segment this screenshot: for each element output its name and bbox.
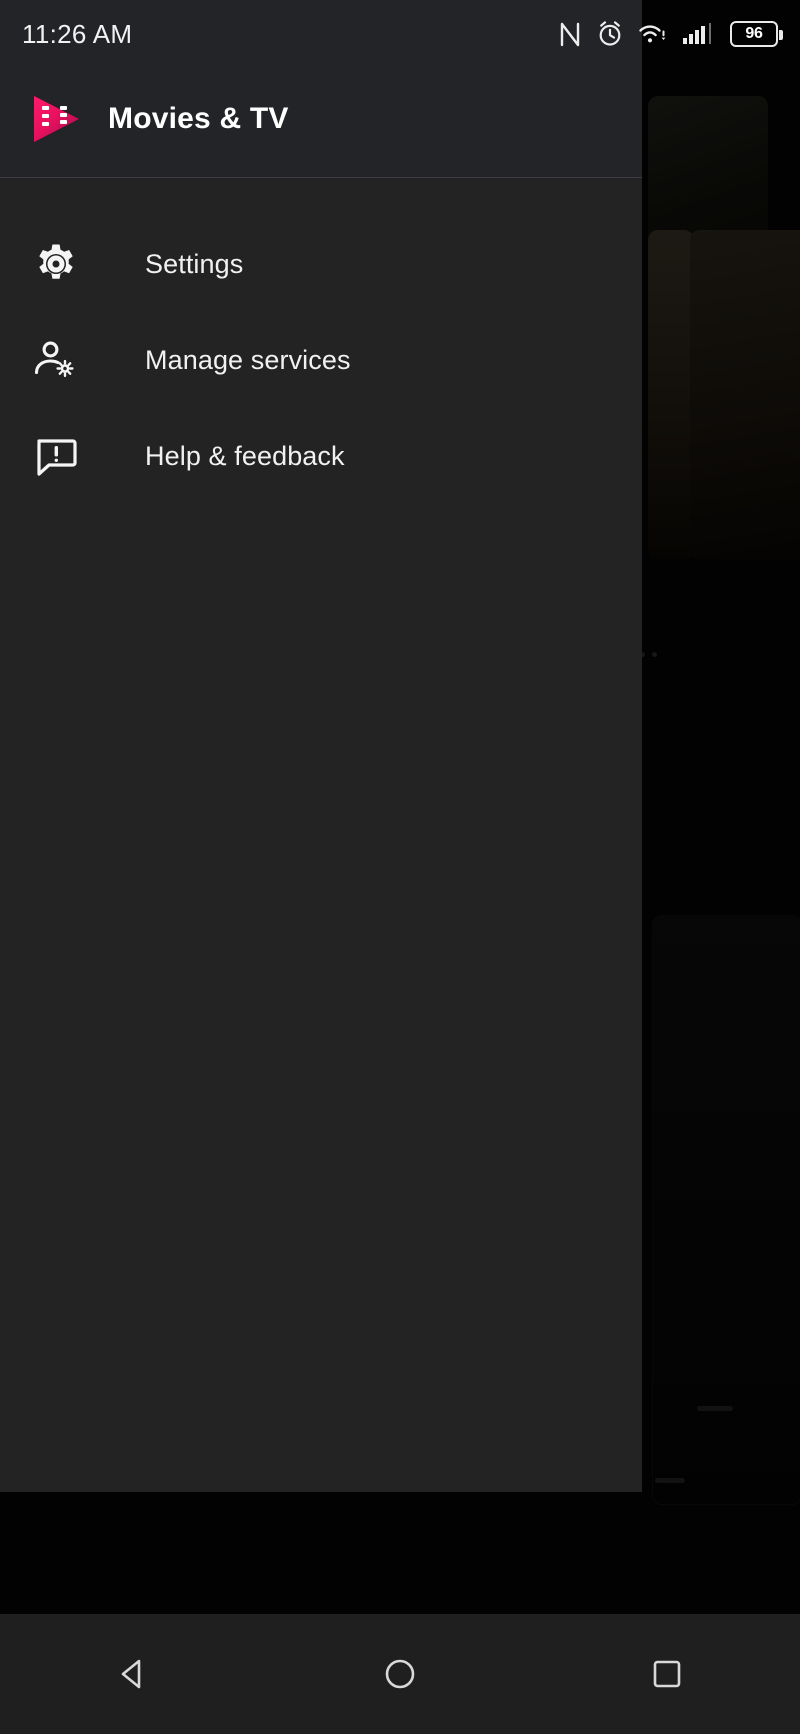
status-icon-group: 96: [558, 20, 783, 48]
menu-item-manage-services[interactable]: Manage services: [0, 312, 642, 408]
nfc-icon: [558, 20, 582, 48]
play-movies-logo: [30, 91, 82, 147]
back-triangle-icon: [114, 1655, 152, 1693]
status-bar: 11:26 AM 96: [0, 0, 800, 68]
recents-square-icon: [648, 1655, 686, 1693]
battery-percent-label: 96: [745, 25, 763, 42]
status-clock: 11:26 AM: [22, 18, 133, 49]
drawer-menu-list: Settings Manage services Help & feedback: [0, 178, 642, 504]
app-title: Movies & TV: [108, 102, 289, 135]
menu-item-label: Help & feedback: [145, 440, 345, 471]
battery-shell: 96: [730, 21, 783, 47]
feedback-icon: [30, 430, 82, 482]
cellular-signal-icon: [682, 20, 716, 48]
phone-screen: 11:26 AM 96 Movies & TV Settings Manage …: [0, 0, 800, 1734]
menu-item-help-feedback[interactable]: Help & feedback: [0, 408, 642, 504]
navigation-drawer: Movies & TV Settings Manage services Hel…: [0, 0, 642, 1492]
gear-icon: [30, 238, 82, 290]
menu-item-label: Manage services: [145, 344, 351, 375]
manage-accounts-icon: [30, 334, 82, 386]
menu-item-settings[interactable]: Settings: [0, 216, 642, 312]
recents-button[interactable]: [607, 1614, 727, 1734]
menu-item-label: Settings: [145, 248, 244, 279]
home-circle-icon: [381, 1655, 419, 1693]
battery-icon: 96: [730, 21, 783, 47]
system-navigation-bar: [0, 1614, 800, 1734]
home-button[interactable]: [340, 1614, 460, 1734]
wifi-icon: [638, 20, 668, 48]
alarm-icon: [596, 20, 624, 48]
back-button[interactable]: [73, 1614, 193, 1734]
